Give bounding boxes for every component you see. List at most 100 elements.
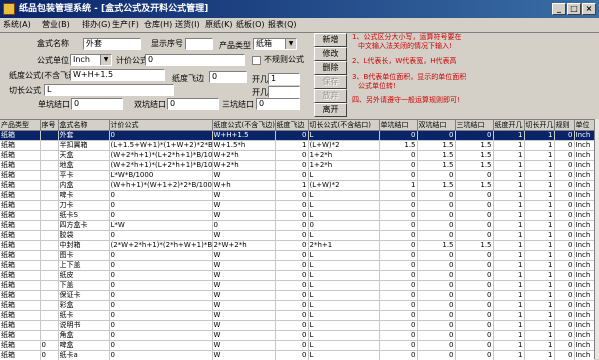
table-cell[interactable]: 0 [275,301,308,311]
table-cell[interactable]: 0 [417,301,455,311]
table-cell[interactable]: W [212,201,275,211]
cancel-button[interactable]: 放弃 [314,89,347,103]
table-cell[interactable]: 0 [554,311,574,321]
table-cell[interactable]: (W+2*h+1)*(L+2*h+1)*B/1000 [109,151,212,161]
table-cell[interactable]: 2*h+1 [308,241,379,251]
table-cell[interactable]: 0 [379,271,417,281]
table-cell[interactable]: 0 [275,341,308,351]
table-cell[interactable]: W [212,281,275,291]
table-cell[interactable]: 0 [554,271,574,281]
table-cell[interactable]: 1.5 [417,161,455,171]
table-cell[interactable]: 1 [524,171,554,181]
table-cell[interactable]: W+2*h [212,151,275,161]
table-cell[interactable]: 0 [275,271,308,281]
table-cell[interactable]: 0 [455,201,493,211]
table-cell[interactable] [40,321,58,331]
table-cell[interactable]: 0 [109,331,212,341]
table-cell[interactable]: 1 [524,231,554,241]
table-cell[interactable]: 1 [524,151,554,161]
table-cell[interactable]: 1 [524,161,554,171]
table-cell[interactable]: 0 [417,231,455,241]
table-cell[interactable] [40,201,58,211]
table-cell[interactable]: 刀卡 [58,201,109,211]
flyedge-input[interactable]: 0 [209,71,247,83]
table-cell[interactable]: 下盖 [58,281,109,291]
save-button[interactable]: 保存 [314,75,347,89]
formula-unit-select[interactable]: Inch▼ [70,54,112,66]
table-cell[interactable]: L [308,131,379,141]
table-cell[interactable]: 0 [554,291,574,301]
table-cell[interactable]: W [212,251,275,261]
table-cell[interactable]: 0 [109,341,212,351]
table-cell[interactable]: 0 [379,161,417,171]
table-cell[interactable]: 1 [524,321,554,331]
table-row[interactable]: 纸箱胶袋0W0L000110Inch [0,231,594,241]
table-cell[interactable]: 纸箱 [0,301,40,311]
table-cell[interactable]: 0 [109,301,212,311]
table-cell[interactable]: 1.5 [455,241,493,251]
table-cell[interactable]: (W+h+1)*(W+1+2)*2*B/1000 [109,181,212,191]
table-cell[interactable]: 0 [275,281,308,291]
table-cell[interactable]: 1 [524,301,554,311]
table-cell[interactable]: 0 [417,311,455,321]
table-cell[interactable]: (L+1.5+W+1)*(1+W+2)*2*B/1000 [109,141,212,151]
table-cell[interactable]: 0 [109,261,212,271]
table-cell[interactable]: 1 [524,131,554,141]
table-cell[interactable]: 0 [379,131,417,141]
table-cell[interactable]: 1 [493,241,524,251]
table-cell[interactable]: Inch [574,241,594,251]
chevron-down-icon[interactable]: ▼ [100,55,111,65]
table-cell[interactable]: 0 [554,281,574,291]
table-cell[interactable]: 0 [275,131,308,141]
table-cell[interactable]: 1 [524,341,554,351]
table-cell[interactable]: 1 [524,281,554,291]
table-cell[interactable]: 0 [109,211,212,221]
table-row[interactable]: 纸箱中封箱(2*W+2*h+1)*(2*h+W+1)*B/10002*W+2*h… [0,241,594,251]
table-cell[interactable]: 0 [379,281,417,291]
table-cell[interactable]: 说明书 [58,321,109,331]
table-cell[interactable]: W [212,301,275,311]
column-header[interactable]: 双坑结口 [417,120,455,131]
table-cell[interactable]: 0 [417,131,455,141]
table-cell[interactable]: L [308,341,379,351]
table-cell[interactable]: 1 [524,331,554,341]
table-cell[interactable] [40,191,58,201]
table-cell[interactable]: 0 [417,211,455,221]
table-cell[interactable]: 天盒 [58,151,109,161]
table-cell[interactable]: 1 [493,311,524,321]
table-cell[interactable]: W+2*h [212,161,275,171]
table-cell[interactable]: 0 [554,221,574,231]
table-row[interactable]: 纸箱角盒0W0L000110Inch [0,331,594,341]
close-button[interactable]: × [582,3,596,15]
table-cell[interactable]: 1.5 [417,241,455,251]
table-cell[interactable]: 1 [493,291,524,301]
table-cell[interactable] [40,131,58,141]
table-row[interactable]: 纸箱四方盒卡L*W000000110Inch [0,221,594,231]
table-cell[interactable]: 啤卡 [58,191,109,201]
table-cell[interactable]: 1 [493,151,524,161]
table-cell[interactable]: 0 [455,211,493,221]
table-cell[interactable]: Inch [574,131,594,141]
table-cell[interactable]: 保证卡 [58,291,109,301]
table-cell[interactable]: 0 [554,191,574,201]
table-cell[interactable]: 1 [524,251,554,261]
table-cell[interactable]: W [212,291,275,301]
table-cell[interactable]: 0 [455,301,493,311]
table-cell[interactable]: 0 [275,191,308,201]
table-cell[interactable]: 0 [109,271,212,281]
table-cell[interactable]: (L+W)*2 [308,181,379,191]
table-cell[interactable]: 0 [275,251,308,261]
table-cell[interactable]: L [308,331,379,341]
table-cell[interactable]: 0 [275,161,308,171]
table-cell[interactable]: 0 [455,131,493,141]
table-cell[interactable] [40,161,58,171]
table-cell[interactable]: 平卡 [58,171,109,181]
table-cell[interactable] [40,181,58,191]
column-header[interactable]: 纸度开几 [493,120,524,131]
table-cell[interactable]: 0 [455,281,493,291]
table-row[interactable]: 纸箱图卡0W0L000110Inch [0,251,594,261]
table-cell[interactable]: 1 [524,271,554,281]
table-cell[interactable]: 0 [417,201,455,211]
table-cell[interactable]: 0 [212,221,275,231]
table-cell[interactable]: 0 [275,151,308,161]
